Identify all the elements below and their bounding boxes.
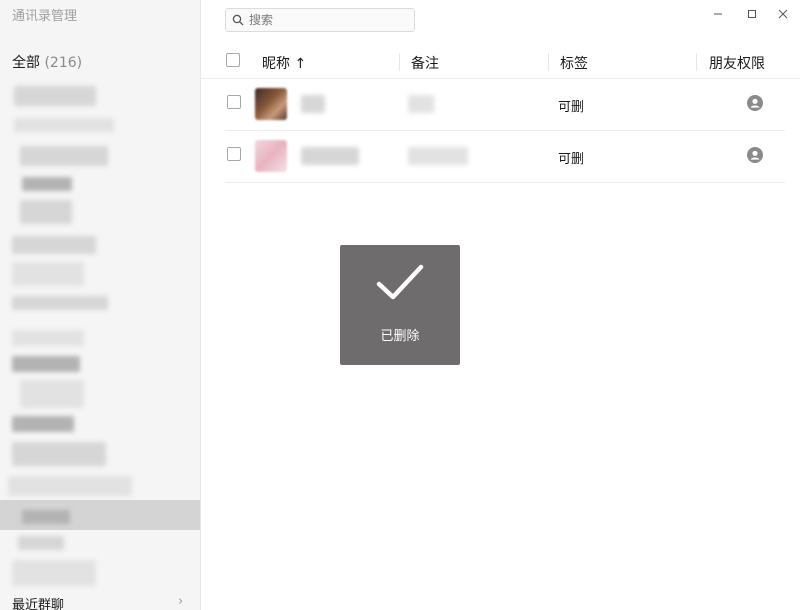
column-header-nickname-label: 昵称 [262, 56, 290, 72]
sidebar-item-blurred[interactable] [18, 536, 64, 550]
sidebar-item-blurred[interactable] [12, 560, 96, 586]
contact-nickname-blurred [301, 95, 325, 113]
sidebar-item-blurred[interactable] [12, 442, 106, 466]
contact-nickname-blurred [301, 147, 359, 165]
sidebar-item-recent-groups[interactable]: 最近群聊 [12, 594, 64, 610]
contact-remark-blurred [408, 95, 434, 113]
sidebar-item-all[interactable]: 全部 (216) [12, 52, 82, 72]
column-divider[interactable] [548, 53, 549, 71]
contact-remark-blurred [408, 147, 468, 165]
sort-arrow-icon: ↑ [294, 56, 307, 72]
maximize-icon [748, 10, 756, 18]
toast-message: 已删除 [380, 329, 420, 344]
table-row[interactable]: 可删 [225, 131, 785, 183]
column-divider[interactable] [399, 53, 400, 71]
contact-tag: 可删 [558, 100, 585, 115]
select-all-checkbox[interactable] [226, 53, 240, 67]
sidebar-item-blurred[interactable] [12, 330, 84, 346]
sidebar-item-blurred[interactable] [12, 356, 80, 372]
sidebar-item-blurred[interactable] [12, 262, 84, 286]
table-row[interactable]: 可删 [225, 79, 785, 131]
contact-tag: 可删 [558, 152, 585, 167]
column-divider[interactable] [696, 53, 697, 71]
close-icon [778, 9, 788, 19]
window-title: 通讯录管理 [12, 9, 78, 24]
sidebar-item-blurred[interactable] [12, 416, 74, 432]
sidebar-item-blurred[interactable] [20, 200, 72, 224]
search-icon [232, 14, 244, 26]
chevron-right-icon[interactable]: › [178, 594, 183, 609]
sidebar-item-all-label: 全部 [12, 55, 40, 71]
sidebar-item-blurred[interactable] [12, 236, 96, 254]
table-header: 昵称 ↑ 备注 标签 朋友权限 [200, 43, 800, 79]
deleted-toast: 已删除 [340, 245, 460, 365]
sidebar-item-blurred[interactable] [22, 177, 72, 191]
row-checkbox[interactable] [227, 147, 241, 161]
sidebar-item-blurred[interactable] [20, 146, 108, 166]
row-checkbox[interactable] [227, 95, 241, 109]
column-header-nickname[interactable]: 昵称 ↑ [262, 53, 306, 73]
person-icon[interactable] [747, 147, 763, 163]
column-header-friend-permission[interactable]: 朋友权限 [709, 53, 765, 73]
search-input[interactable] [249, 11, 409, 29]
maximize-button[interactable] [744, 6, 760, 20]
column-header-tag[interactable]: 标签 [560, 53, 588, 73]
sidebar-item-blurred[interactable] [14, 118, 114, 132]
close-button[interactable] [775, 6, 791, 20]
avatar [255, 88, 287, 120]
sidebar-item-blurred[interactable] [12, 296, 108, 310]
contacts-sidebar: 通讯录管理 全部 (216) 最近群聊 › [0, 0, 201, 610]
sidebar-item-blurred[interactable] [8, 476, 132, 496]
checkmark-icon [376, 264, 424, 300]
sidebar-item-blurred[interactable] [22, 510, 70, 524]
sidebar-item-all-count: (216) [44, 55, 83, 71]
minimize-button[interactable] [710, 6, 726, 20]
sidebar-item-blurred[interactable] [20, 380, 84, 408]
avatar [255, 140, 287, 172]
column-header-remark[interactable]: 备注 [411, 53, 439, 73]
person-icon[interactable] [747, 95, 763, 111]
minimize-icon [714, 13, 722, 15]
sidebar-item-blurred[interactable] [14, 86, 96, 106]
search-box[interactable] [225, 8, 415, 32]
